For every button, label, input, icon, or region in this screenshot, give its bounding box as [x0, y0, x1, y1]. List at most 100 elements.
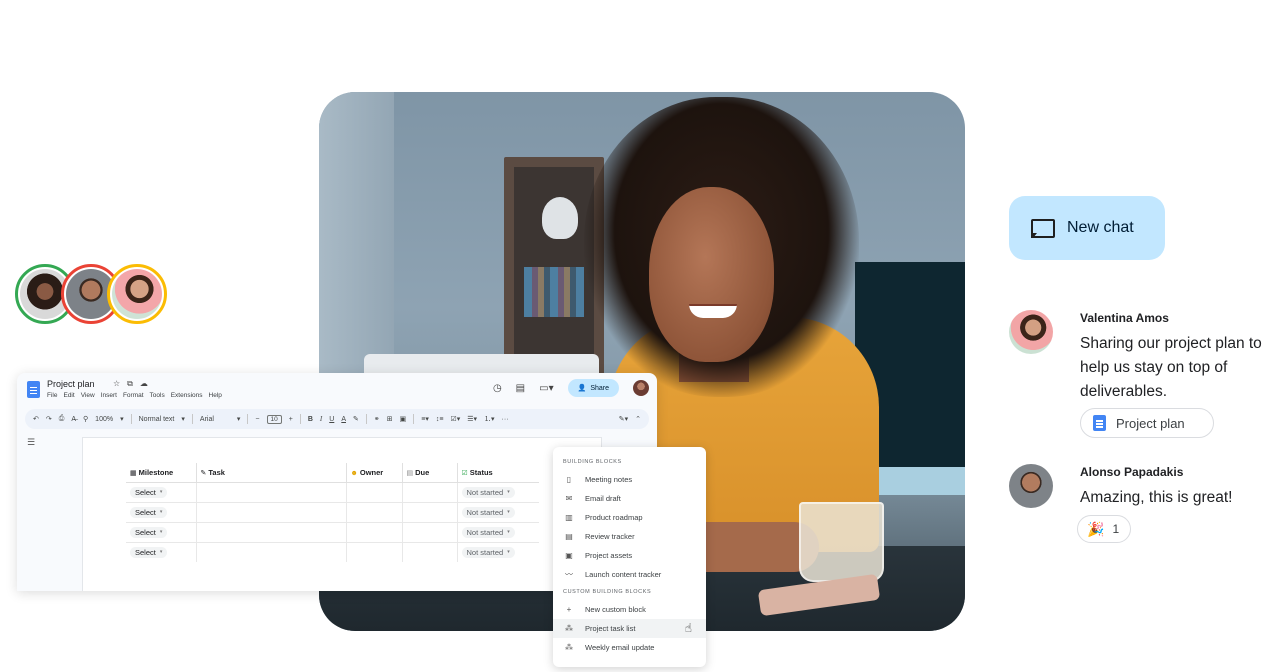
- chevron-down-icon: ▾: [507, 549, 510, 556]
- owner-cell[interactable]: [345, 502, 402, 523]
- chevron-down-icon: ▾: [159, 509, 163, 515]
- text-color-button[interactable]: A: [341, 416, 346, 423]
- status-cell[interactable]: Not started ▾: [456, 522, 539, 543]
- comments-icon[interactable]: ▤: [516, 383, 525, 394]
- link-icon[interactable]: ⚭: [374, 415, 380, 423]
- spellcheck-icon[interactable]: A̶: [71, 416, 76, 423]
- undo-icon[interactable]: ↶: [33, 415, 39, 423]
- task-cell[interactable]: [195, 502, 346, 523]
- status-dropdown[interactable]: Not started ▾: [461, 546, 515, 558]
- due-cell[interactable]: [401, 522, 457, 543]
- due-cell[interactable]: [401, 502, 457, 523]
- doc-title[interactable]: Project plan: [47, 379, 95, 389]
- bold-button[interactable]: B: [308, 416, 313, 423]
- status-cell[interactable]: Not started ▾: [456, 502, 539, 523]
- decrease-font-icon[interactable]: −: [255, 416, 259, 423]
- underline-button[interactable]: U: [329, 416, 334, 423]
- menu-item-new-custom-block[interactable]: + New custom block: [553, 600, 706, 619]
- due-cell[interactable]: [401, 482, 457, 503]
- collapse-toolbar-icon[interactable]: ⌃: [635, 415, 641, 423]
- chat-bubble-icon: [1029, 217, 1055, 239]
- menu-item-product-roadmap[interactable]: ▥ Product roadmap: [553, 508, 706, 527]
- task-cell[interactable]: [195, 542, 346, 562]
- zoom-select[interactable]: 100%: [95, 416, 113, 423]
- menu-insert[interactable]: Insert: [101, 392, 117, 399]
- increase-font-icon[interactable]: +: [289, 416, 293, 423]
- menu-item-email-draft[interactable]: ✉ Email draft: [553, 489, 706, 508]
- line-spacing-icon[interactable]: ↕≡: [436, 416, 444, 423]
- avatar[interactable]: [107, 264, 167, 324]
- menu-tools[interactable]: Tools: [150, 392, 165, 399]
- style-select[interactable]: Normal text: [139, 416, 175, 423]
- numbered-list-icon[interactable]: ⒈▾: [484, 414, 495, 424]
- more-icon[interactable]: ···: [502, 416, 509, 423]
- document-page[interactable]: ▦ Milestone ✎ Task ☻ Owner ▤ Due ☑ Status Sel…: [82, 437, 602, 591]
- menu-item-weekly-email-update[interactable]: ⁂ Weekly email update: [553, 638, 706, 657]
- divider: [247, 414, 249, 424]
- docs-logo-icon[interactable]: [27, 381, 40, 398]
- bulleted-list-icon[interactable]: ☰▾: [467, 415, 477, 423]
- status-cell[interactable]: Not started ▾: [456, 542, 539, 562]
- sender-name: Valentina Amos: [1080, 311, 1169, 325]
- due-cell[interactable]: [401, 542, 457, 562]
- status-dropdown[interactable]: Not started ▾: [461, 526, 515, 538]
- milestone-cell[interactable]: Select ▾: [126, 522, 196, 543]
- sender-name: Alonso Papadakis: [1080, 465, 1184, 479]
- chat-message: Alonso Papadakis Amazing, this is great!…: [1009, 464, 1269, 549]
- font-size-input[interactable]: 10: [266, 414, 282, 424]
- redo-icon[interactable]: ↷: [46, 415, 52, 423]
- attachment-chip[interactable]: Project plan: [1080, 408, 1214, 438]
- milestone-cell[interactable]: Select ▾: [126, 482, 196, 503]
- milestone-dropdown[interactable]: Select ▾: [130, 526, 168, 538]
- menu-item-meeting-notes[interactable]: ▯ Meeting notes: [553, 470, 706, 489]
- font-select[interactable]: Arial: [200, 416, 230, 423]
- italic-button[interactable]: I: [320, 415, 322, 423]
- checklist-icon[interactable]: ☑▾: [450, 415, 460, 423]
- reaction-chip[interactable]: 🎉 1: [1077, 515, 1131, 543]
- highlight-icon[interactable]: ✎: [353, 415, 359, 423]
- owner-cell[interactable]: [345, 482, 402, 503]
- milestone-dropdown[interactable]: Select ▾: [130, 506, 168, 518]
- share-button[interactable]: 👤 Share: [567, 379, 619, 397]
- menu-item-review-tracker[interactable]: ▤ Review tracker: [553, 527, 706, 546]
- menu-item-launch-content-tracker[interactable]: 〰 Launch content tracker: [553, 565, 706, 584]
- editing-mode-icon[interactable]: ✎▾: [619, 415, 628, 423]
- owner-cell[interactable]: [345, 522, 402, 543]
- status-dropdown[interactable]: Not started ▾: [461, 506, 515, 518]
- milestone-cell[interactable]: Select ▾: [126, 542, 196, 562]
- print-icon[interactable]: ⎙: [59, 415, 65, 423]
- menu-extensions[interactable]: Extensions: [171, 392, 203, 399]
- align-icon[interactable]: ≡▾: [421, 415, 429, 423]
- menu-file[interactable]: File: [47, 392, 57, 399]
- avatar[interactable]: [1009, 464, 1053, 508]
- status-cell[interactable]: Not started ▾: [456, 482, 539, 503]
- menu-help[interactable]: Help: [209, 392, 222, 399]
- account-avatar[interactable]: [633, 380, 649, 396]
- new-chat-button[interactable]: New chat: [1009, 196, 1165, 260]
- milestone-dropdown[interactable]: Select ▾: [130, 546, 168, 558]
- milestone-cell[interactable]: Select ▾: [126, 502, 196, 523]
- menu-item-project-task-list[interactable]: ⁂ Project task list ☝: [553, 619, 706, 638]
- history-icon[interactable]: ◷: [493, 383, 502, 394]
- menu-view[interactable]: View: [81, 392, 95, 399]
- meet-icon[interactable]: ▭▾: [539, 383, 553, 394]
- section-header: Building blocks: [563, 459, 622, 465]
- paint-format-icon[interactable]: ⚲: [83, 415, 88, 423]
- status-dropdown[interactable]: Not started ▾: [461, 486, 515, 498]
- star-icon[interactable]: ☆: [113, 379, 120, 389]
- menu-edit[interactable]: Edit: [63, 392, 74, 399]
- task-cell[interactable]: [195, 482, 346, 503]
- menu-format[interactable]: Format: [123, 392, 144, 399]
- divider: [365, 414, 367, 424]
- outline-icon[interactable]: ☰: [27, 437, 35, 448]
- menu-item-project-assets[interactable]: ▣ Project assets: [553, 546, 706, 565]
- add-comment-icon[interactable]: ⊞: [387, 415, 393, 423]
- cloud-status-icon[interactable]: ☁: [140, 379, 148, 389]
- milestone-dropdown[interactable]: Select ▾: [130, 486, 168, 498]
- task-cell[interactable]: [195, 522, 346, 543]
- move-folder-icon[interactable]: ⧉: [127, 379, 133, 389]
- insert-image-icon[interactable]: ▣: [400, 415, 407, 423]
- table-row: Select ▾ Not started ▾: [126, 502, 539, 523]
- avatar[interactable]: [1009, 310, 1053, 354]
- owner-cell[interactable]: [345, 542, 402, 562]
